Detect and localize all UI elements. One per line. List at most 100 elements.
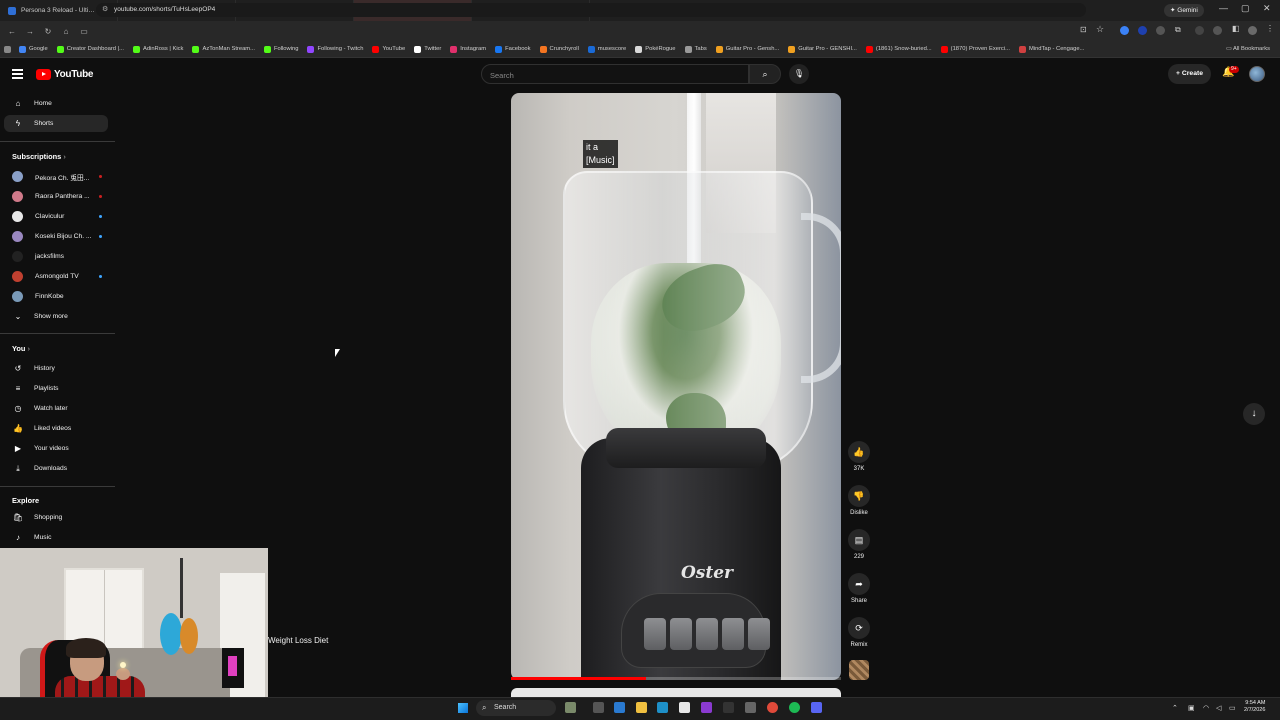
wifi-icon[interactable]: ◠ (1203, 704, 1209, 712)
close-window-icon[interactable]: ✕ (1263, 3, 1271, 14)
all-bookmarks-button[interactable]: ▭ All Bookmarks (1226, 46, 1270, 52)
account-avatar[interactable] (1249, 66, 1265, 82)
taskbar-app-icon[interactable] (745, 702, 756, 713)
extension-icon[interactable] (1156, 26, 1165, 35)
next-short-preview[interactable] (511, 688, 841, 697)
split-view-icon[interactable]: ◧ (1232, 24, 1240, 33)
spotify-icon[interactable] (789, 702, 800, 713)
search-button[interactable]: ⌕ (749, 64, 781, 84)
menu-kebab-icon[interactable]: ⋮ (1266, 24, 1274, 33)
sidebar-subscription[interactable]: Pekora Ch. 兎田... (4, 168, 108, 185)
bookmark-item[interactable]: Instagram (450, 45, 486, 53)
dislike-button[interactable]: 👎 Dislike (845, 485, 873, 516)
tray-chevron-icon[interactable]: ⌃ (1172, 704, 1178, 712)
bookmark-item[interactable]: Google (19, 45, 48, 53)
bookmark-item[interactable]: (1861) Snow-buried... (865, 45, 932, 53)
bookmark-item[interactable]: Guitar Pro - Gensh... (715, 45, 779, 53)
sidebar-subscription[interactable]: Claviculur (4, 208, 108, 225)
site-info-icon[interactable]: ⚙ (102, 3, 108, 17)
visual-studio-icon[interactable] (701, 702, 712, 713)
forward-icon[interactable]: → (24, 27, 36, 36)
sidebar-item[interactable]: ϟ Shorts (4, 115, 108, 132)
extension-icon[interactable] (1120, 26, 1129, 35)
bookmark-item[interactable]: Following (263, 45, 298, 53)
shorts-video-player[interactable]: Oster (511, 93, 841, 680)
profile-icon[interactable] (1195, 26, 1204, 35)
url-field[interactable]: ⚙ youtube.com/shorts/TuHsLeepOP4 (96, 3, 1086, 17)
sidebar-item[interactable]: ⌂ Home (4, 95, 108, 112)
store-icon[interactable] (679, 702, 690, 713)
sidebar-subscription[interactable]: jacksfilms (4, 248, 108, 265)
maximize-icon[interactable]: ▢ (1241, 3, 1250, 14)
tray-app-icon[interactable]: ▣ (1188, 704, 1195, 712)
voice-search-button[interactable]: 🎙 (789, 64, 809, 84)
task-view-icon[interactable] (593, 702, 604, 713)
bookmark-item[interactable]: AzTonMan Stream... (192, 45, 255, 53)
sidebar-item[interactable]: 🛍 Shopping (4, 509, 108, 526)
reload-icon[interactable]: ↻ (42, 27, 54, 36)
bookmark-item[interactable]: Creator Dashboard |... (56, 45, 124, 53)
windows-start-icon[interactable] (458, 703, 468, 713)
apps-grid-icon[interactable] (4, 45, 11, 53)
sidebar-subscription[interactable]: Koseki Bijou Ch. ... (4, 228, 108, 245)
discord-icon[interactable] (811, 702, 822, 713)
taskbar-search[interactable]: Search (476, 700, 556, 716)
install-app-icon[interactable]: ⊡ (1080, 25, 1087, 34)
bookmark-item[interactable]: Facebook (495, 45, 531, 53)
edge-browser-icon[interactable] (657, 702, 668, 713)
create-button[interactable]: + Create (1168, 64, 1212, 84)
bookmark-item[interactable]: Following - Twitch (307, 45, 363, 53)
bookmark-item[interactable]: Twitter (414, 45, 441, 53)
taskbar-app-icon[interactable] (614, 702, 625, 713)
bookmark-item[interactable]: Tabs (684, 45, 707, 53)
sidebar-subscription[interactable]: FinnKobe (4, 288, 108, 305)
gemini-button[interactable]: ✦ Gemini (1164, 4, 1204, 17)
hamburger-menu-icon[interactable] (12, 69, 23, 81)
home-browser-icon[interactable]: ⌂ (60, 27, 72, 36)
youtube-logo[interactable]: YouTube (36, 69, 94, 80)
bookmark-item[interactable]: YouTube (372, 45, 405, 53)
next-video-button[interactable]: ↓ (1243, 403, 1265, 425)
subscriptions-heading[interactable]: Subscriptions › (12, 152, 66, 161)
like-button[interactable]: 👍 37K (845, 441, 873, 472)
volume-icon[interactable]: ◁ (1216, 704, 1221, 712)
extension-icon[interactable] (1138, 26, 1147, 35)
bookmark-item[interactable]: (1870) Proven Exerci... (940, 45, 1010, 53)
tab-search-icon[interactable]: ⧉ (1175, 25, 1181, 35)
you-heading[interactable]: You › (12, 344, 30, 353)
back-icon[interactable]: ← (6, 27, 18, 36)
bookmark-item[interactable]: AdinRoss | Kick (132, 45, 183, 53)
video-progress-bar[interactable] (511, 677, 841, 680)
sidebar-item[interactable]: ◷ Watch later (4, 400, 108, 417)
account-icon[interactable] (1248, 26, 1257, 35)
bookmark-item[interactable]: Guitar Pro - GENSHI... (788, 45, 857, 53)
sidebar-item[interactable]: ▶ Your videos (4, 440, 108, 457)
remix-button[interactable]: ⟳ Remix (845, 617, 873, 648)
sidebar-toggle-icon[interactable]: ▭ (78, 27, 90, 36)
sidebar-item[interactable]: ≡ Playlists (4, 380, 108, 397)
sound-thumbnail[interactable] (849, 660, 869, 680)
share-button[interactable]: ➦ Share (845, 573, 873, 604)
taskbar-app-icon[interactable] (723, 702, 734, 713)
bookmark-item[interactable]: musescore (587, 45, 626, 53)
taskbar-widget-icon[interactable] (565, 702, 576, 713)
show-more-button[interactable]: ⌄ Show more (4, 308, 108, 325)
sidebar-item[interactable]: ⤓ Downloads (4, 460, 108, 477)
comments-button[interactable]: ▤ 229 (845, 529, 873, 560)
chrome-icon[interactable] (767, 702, 778, 713)
bookmark-item[interactable]: Crunchyroll (539, 45, 579, 53)
sidebar-item[interactable]: ♪ Music (4, 529, 108, 546)
bookmark-item[interactable]: PokéRogue (635, 45, 676, 53)
sidebar-item[interactable]: ↺ History (4, 360, 108, 377)
taskbar-clock[interactable]: 9:54 AM 2/7/2026 (1244, 700, 1265, 714)
battery-icon[interactable]: ▭ (1229, 704, 1236, 712)
file-explorer-icon[interactable] (636, 702, 647, 713)
minimize-icon[interactable]: — (1219, 3, 1228, 13)
downloads-browser-icon[interactable] (1213, 26, 1222, 35)
sidebar-item[interactable]: 👍 Liked videos (4, 420, 108, 437)
bookmark-item[interactable]: MindTap - Cengage... (1018, 45, 1084, 53)
sidebar-subscription[interactable]: Raora Panthera ... (4, 188, 108, 205)
search-input[interactable] (482, 66, 748, 85)
sidebar-subscription[interactable]: Asmongold TV (4, 268, 108, 285)
bookmark-star-icon[interactable]: ☆ (1096, 24, 1104, 35)
